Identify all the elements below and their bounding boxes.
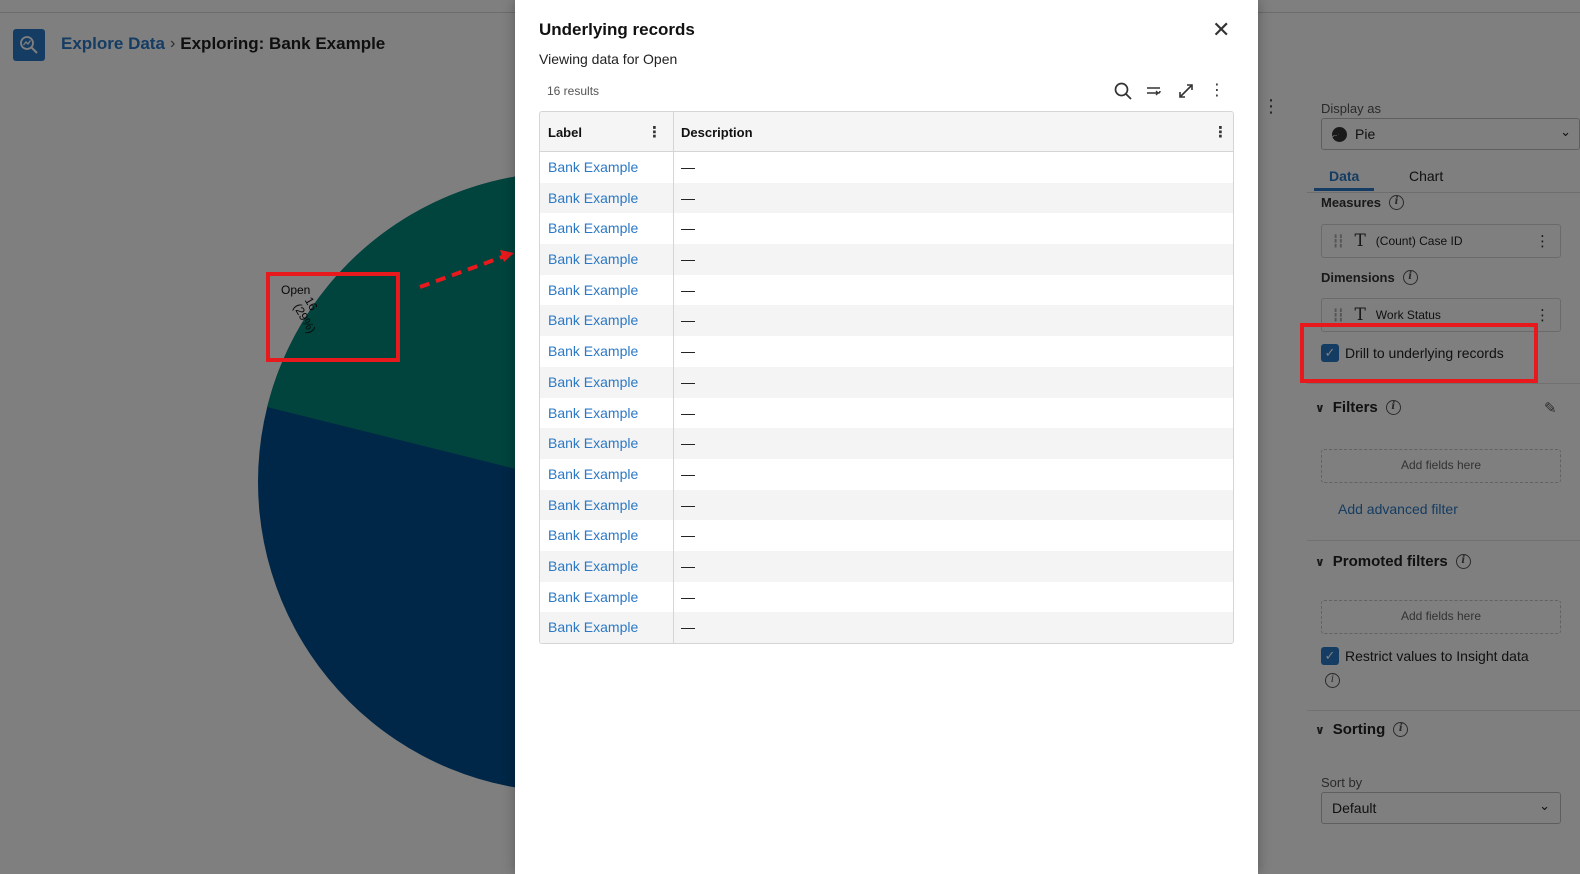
- table-row: Bank Example —: [540, 336, 1233, 367]
- table-body: Bank Example — Bank Example — Bank Example — B…: [540, 152, 1233, 643]
- expand-icon[interactable]: [1175, 80, 1197, 102]
- record-label-link[interactable]: Bank Example: [548, 159, 638, 175]
- record-label-link[interactable]: Bank Example: [548, 312, 638, 328]
- record-label-link[interactable]: Bank Example: [548, 527, 638, 543]
- record-label-link[interactable]: Bank Example: [548, 190, 638, 206]
- search-icon[interactable]: [1112, 80, 1134, 102]
- record-description: —: [681, 619, 695, 636]
- table-row: Bank Example —: [540, 550, 1233, 582]
- record-description: —: [681, 343, 695, 360]
- result-count: 16 results: [547, 84, 600, 98]
- record-description: —: [681, 588, 695, 605]
- record-description: —: [681, 281, 695, 298]
- record-label-link[interactable]: Bank Example: [548, 374, 638, 390]
- table-row: Bank Example —: [540, 182, 1233, 214]
- record-label-link[interactable]: Bank Example: [548, 343, 638, 359]
- record-label-link[interactable]: Bank Example: [548, 497, 638, 513]
- record-label-link[interactable]: Bank Example: [548, 220, 638, 236]
- table-row: Bank Example —: [540, 489, 1233, 521]
- table-row: Bank Example —: [540, 459, 1233, 490]
- modal-title: Underlying records: [539, 20, 695, 39]
- record-description: —: [681, 527, 695, 544]
- column-header-label[interactable]: Label: [548, 125, 582, 140]
- table-row: Bank Example —: [540, 398, 1233, 429]
- annotation-highlight-box: [266, 272, 400, 362]
- close-icon[interactable]: ✕: [1212, 19, 1230, 41]
- annotation-highlight-box: [1300, 323, 1538, 383]
- table-row: Bank Example —: [540, 428, 1233, 459]
- table-header: Label ⋮ Description ⋮: [540, 112, 1233, 152]
- record-description: —: [681, 496, 695, 513]
- record-description: —: [681, 312, 695, 329]
- table-row: Bank Example —: [540, 244, 1233, 275]
- table-row: Bank Example —: [540, 305, 1233, 337]
- record-description: —: [681, 373, 695, 390]
- record-label-link[interactable]: Bank Example: [548, 405, 638, 421]
- underlying-records-modal: Underlying records ✕ Viewing data for Op…: [515, 0, 1258, 874]
- wrap-text-icon[interactable]: [1143, 80, 1165, 102]
- table-row: Bank Example —: [540, 275, 1233, 306]
- table-row: Bank Example —: [540, 612, 1233, 643]
- record-label-link[interactable]: Bank Example: [548, 251, 638, 267]
- record-description: —: [681, 404, 695, 421]
- record-label-link[interactable]: Bank Example: [548, 558, 638, 574]
- more-options-icon[interactable]: ⋮: [1206, 80, 1228, 102]
- record-label-link[interactable]: Bank Example: [548, 282, 638, 298]
- record-description: —: [681, 435, 695, 452]
- record-label-link[interactable]: Bank Example: [548, 589, 638, 605]
- record-description: —: [681, 189, 695, 206]
- table-row: Bank Example —: [540, 520, 1233, 551]
- table-row: Bank Example —: [540, 582, 1233, 613]
- modal-subtitle: Viewing data for Open: [539, 51, 678, 67]
- record-description: —: [681, 159, 695, 175]
- table-row: Bank Example —: [540, 366, 1233, 398]
- column-header-description[interactable]: Description: [681, 125, 753, 140]
- record-label-link[interactable]: Bank Example: [548, 466, 638, 482]
- column-menu-icon[interactable]: ⋮: [1213, 123, 1228, 141]
- table-row: Bank Example —: [540, 213, 1233, 244]
- record-description: —: [681, 557, 695, 574]
- record-description: —: [681, 220, 695, 237]
- record-label-link[interactable]: Bank Example: [548, 435, 638, 451]
- record-description: —: [681, 465, 695, 482]
- record-description: —: [681, 251, 695, 268]
- record-label-link[interactable]: Bank Example: [548, 619, 638, 635]
- column-divider: [673, 112, 674, 643]
- records-table: Label ⋮ Description ⋮ Bank Example — Bank …: [539, 111, 1234, 644]
- table-row: Bank Example —: [540, 152, 1233, 183]
- column-menu-icon[interactable]: ⋮: [647, 123, 662, 141]
